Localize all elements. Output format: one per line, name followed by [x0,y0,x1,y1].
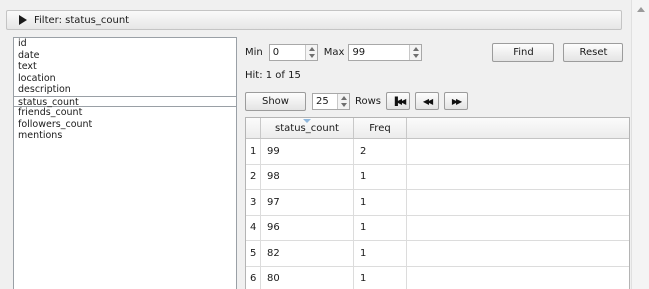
spin-down-icon [308,53,315,58]
range-row: Min 0 Max 99 Find Reset [245,42,624,62]
expand-triangle-icon [19,15,27,25]
status-count-cell[interactable]: 97 [261,190,354,215]
spin-up-icon [308,46,315,51]
max-spinner[interactable]: 99 [348,43,423,61]
max-value: 99 [352,46,366,58]
rows-label: Rows [355,95,382,107]
prev-page-icon: ◀◀ [422,96,433,106]
status-count-cell[interactable]: 82 [261,241,354,266]
row-index: 2 [246,164,261,189]
row-index: 6 [246,266,261,289]
frequency-table: status_count Freq 1 99 2 2 98 1 3 97 1 4… [245,117,630,289]
field-item-friends-count[interactable]: friends_count [14,107,236,119]
vertical-scrollbar[interactable] [631,0,649,289]
first-page-icon: ▐◀◀ [391,96,407,106]
spin-down-icon [341,102,347,107]
filter-title: Filter: status_count [34,14,130,26]
column-header-index [246,118,261,138]
row-index: 5 [246,241,261,266]
freq-cell[interactable]: 1 [354,241,407,266]
field-item-date[interactable]: date [14,50,236,62]
min-label: Min [245,46,263,58]
status-count-cell[interactable]: 98 [261,164,354,189]
table-header: status_count Freq [246,118,629,139]
freq-cell[interactable]: 1 [354,164,407,189]
paging-row: Show 25 Rows ▐◀◀ ◀◀ ▶▶ [245,91,473,111]
prev-page-button[interactable]: ◀◀ [415,92,440,110]
first-page-button[interactable]: ▐◀◀ [386,92,411,110]
status-count-cell[interactable]: 80 [261,266,354,289]
table-row[interactable]: 6 80 1 [246,266,629,289]
filler-cell [407,216,629,241]
row-index: 3 [246,190,261,215]
scroll-up-icon[interactable] [637,7,645,12]
row-index: 4 [246,215,261,240]
field-list[interactable]: id date text location description status… [13,37,237,289]
spin-down-icon [413,53,420,58]
next-page-button[interactable]: ▶▶ [444,92,469,110]
freq-cell[interactable]: 1 [354,215,407,240]
table-row[interactable]: 5 82 1 [246,241,629,267]
field-item-text[interactable]: text [14,61,236,73]
min-value: 0 [272,46,280,58]
find-button[interactable]: Find [492,42,555,62]
column-header-freq[interactable]: Freq [354,118,407,138]
field-item-id[interactable]: id [14,38,236,50]
filler-cell [407,190,629,215]
max-label: Max [323,46,345,58]
table-row[interactable]: 1 99 2 [246,139,629,165]
hit-counter: Hit: 1 of 15 [245,70,301,81]
filler-cell [407,139,629,164]
field-item-description[interactable]: description [14,84,236,96]
spin-up-icon [341,95,347,100]
filler-cell [407,165,629,190]
freq-cell[interactable]: 1 [354,266,407,289]
filter-panel: Min 0 Max 99 Find Reset Hit: 1 of 15 Sho… [245,40,630,289]
reset-button[interactable]: Reset [563,42,624,62]
field-item-status-count[interactable]: status_count [13,95,237,108]
column-header-filler [407,118,629,138]
freq-cell[interactable]: 2 [354,139,407,164]
table-row[interactable]: 4 96 1 [246,215,629,241]
filler-cell [407,241,629,266]
min-spinner-buttons[interactable] [304,44,317,60]
rows-spinner[interactable]: 25 [312,92,350,110]
next-page-icon: ▶▶ [451,96,462,106]
table-row[interactable]: 3 97 1 [246,190,629,216]
show-button[interactable]: Show [245,91,306,111]
filler-cell [407,267,629,289]
spin-up-icon [413,46,420,51]
max-spinner-buttons[interactable] [409,44,422,60]
rows-value: 25 [316,95,329,107]
field-item-mentions[interactable]: mentions [14,130,236,142]
row-index: 1 [246,139,261,164]
rows-spinner-buttons[interactable] [337,93,349,109]
status-count-cell[interactable]: 96 [261,215,354,240]
filter-window: Filter: status_count id date text locati… [0,0,649,289]
table-row[interactable]: 2 98 1 [246,164,629,190]
min-spinner[interactable]: 0 [268,43,318,61]
column-header-status-count[interactable]: status_count [261,118,354,138]
field-item-followers-count[interactable]: followers_count [14,119,236,131]
filter-header-toggle[interactable]: Filter: status_count [6,10,622,30]
status-count-cell[interactable]: 99 [261,139,354,164]
freq-cell[interactable]: 1 [354,190,407,215]
field-item-location[interactable]: location [14,73,236,85]
